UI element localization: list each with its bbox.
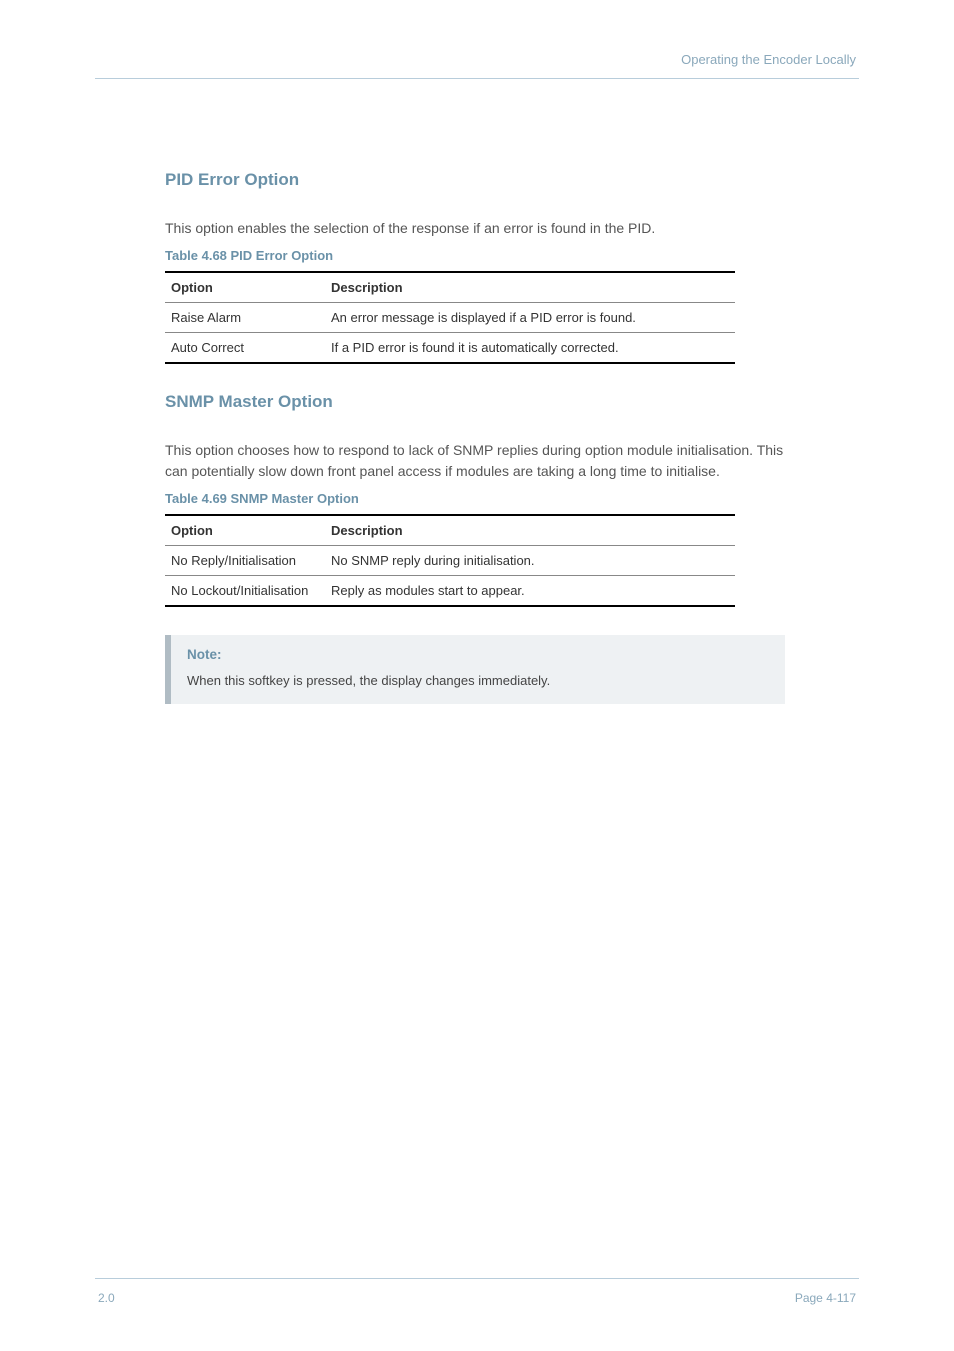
page-content: PID Error Option This option enables the…	[165, 170, 785, 704]
note-title: Note:	[187, 647, 769, 662]
table-b-caption: Table 4.69 SNMP Master Option	[165, 491, 785, 506]
table-a-col1-header: Option	[165, 272, 325, 303]
section-a-text: This option enables the selection of the…	[165, 218, 785, 238]
table-b-col1-header: Option	[165, 515, 325, 546]
table-a-wrap: Table 4.68 PID Error Option Option Descr…	[165, 248, 785, 364]
table-row: Auto Correct If a PID error is found it …	[165, 333, 735, 364]
table-a-r1-opt: Auto Correct	[165, 333, 325, 364]
table-b-col2-header: Description	[325, 515, 735, 546]
table-a-header-row: Option Description	[165, 272, 735, 303]
header-divider	[95, 78, 859, 79]
section-b-text: This option chooses how to respond to la…	[165, 440, 785, 481]
table-a-r0-opt: Raise Alarm	[165, 303, 325, 333]
table-a-col2-header: Description	[325, 272, 735, 303]
table-b-wrap: Table 4.69 SNMP Master Option Option Des…	[165, 491, 785, 607]
note-block: Note: When this softkey is pressed, the …	[165, 635, 785, 704]
footer-right-text: Page 4-117	[795, 1291, 856, 1305]
table-b-r1-desc: Reply as modules start to appear.	[325, 575, 735, 606]
footer-divider	[95, 1278, 859, 1279]
table-row: No Reply/Initialisation No SNMP reply du…	[165, 545, 735, 575]
table-a-r1-desc: If a PID error is found it is automatica…	[325, 333, 735, 364]
table-b: Option Description No Reply/Initialisati…	[165, 514, 735, 607]
table-row: Raise Alarm An error message is displaye…	[165, 303, 735, 333]
table-b-r1-opt: No Lockout/Initialisation	[165, 575, 325, 606]
table-b-r0-opt: No Reply/Initialisation	[165, 545, 325, 575]
table-a-r0-desc: An error message is displayed if a PID e…	[325, 303, 735, 333]
table-a-caption: Table 4.68 PID Error Option	[165, 248, 785, 263]
table-b-header-row: Option Description	[165, 515, 735, 546]
table-row: No Lockout/Initialisation Reply as modul…	[165, 575, 735, 606]
note-body: When this softkey is pressed, the displa…	[187, 672, 769, 690]
section-b-heading: SNMP Master Option	[165, 392, 785, 412]
table-b-r0-desc: No SNMP reply during initialisation.	[325, 545, 735, 575]
table-a: Option Description Raise Alarm An error …	[165, 271, 735, 364]
section-a-heading: PID Error Option	[165, 170, 785, 190]
footer-left-text: 2.0	[98, 1291, 115, 1305]
header-right-text: Operating the Encoder Locally	[681, 52, 856, 67]
